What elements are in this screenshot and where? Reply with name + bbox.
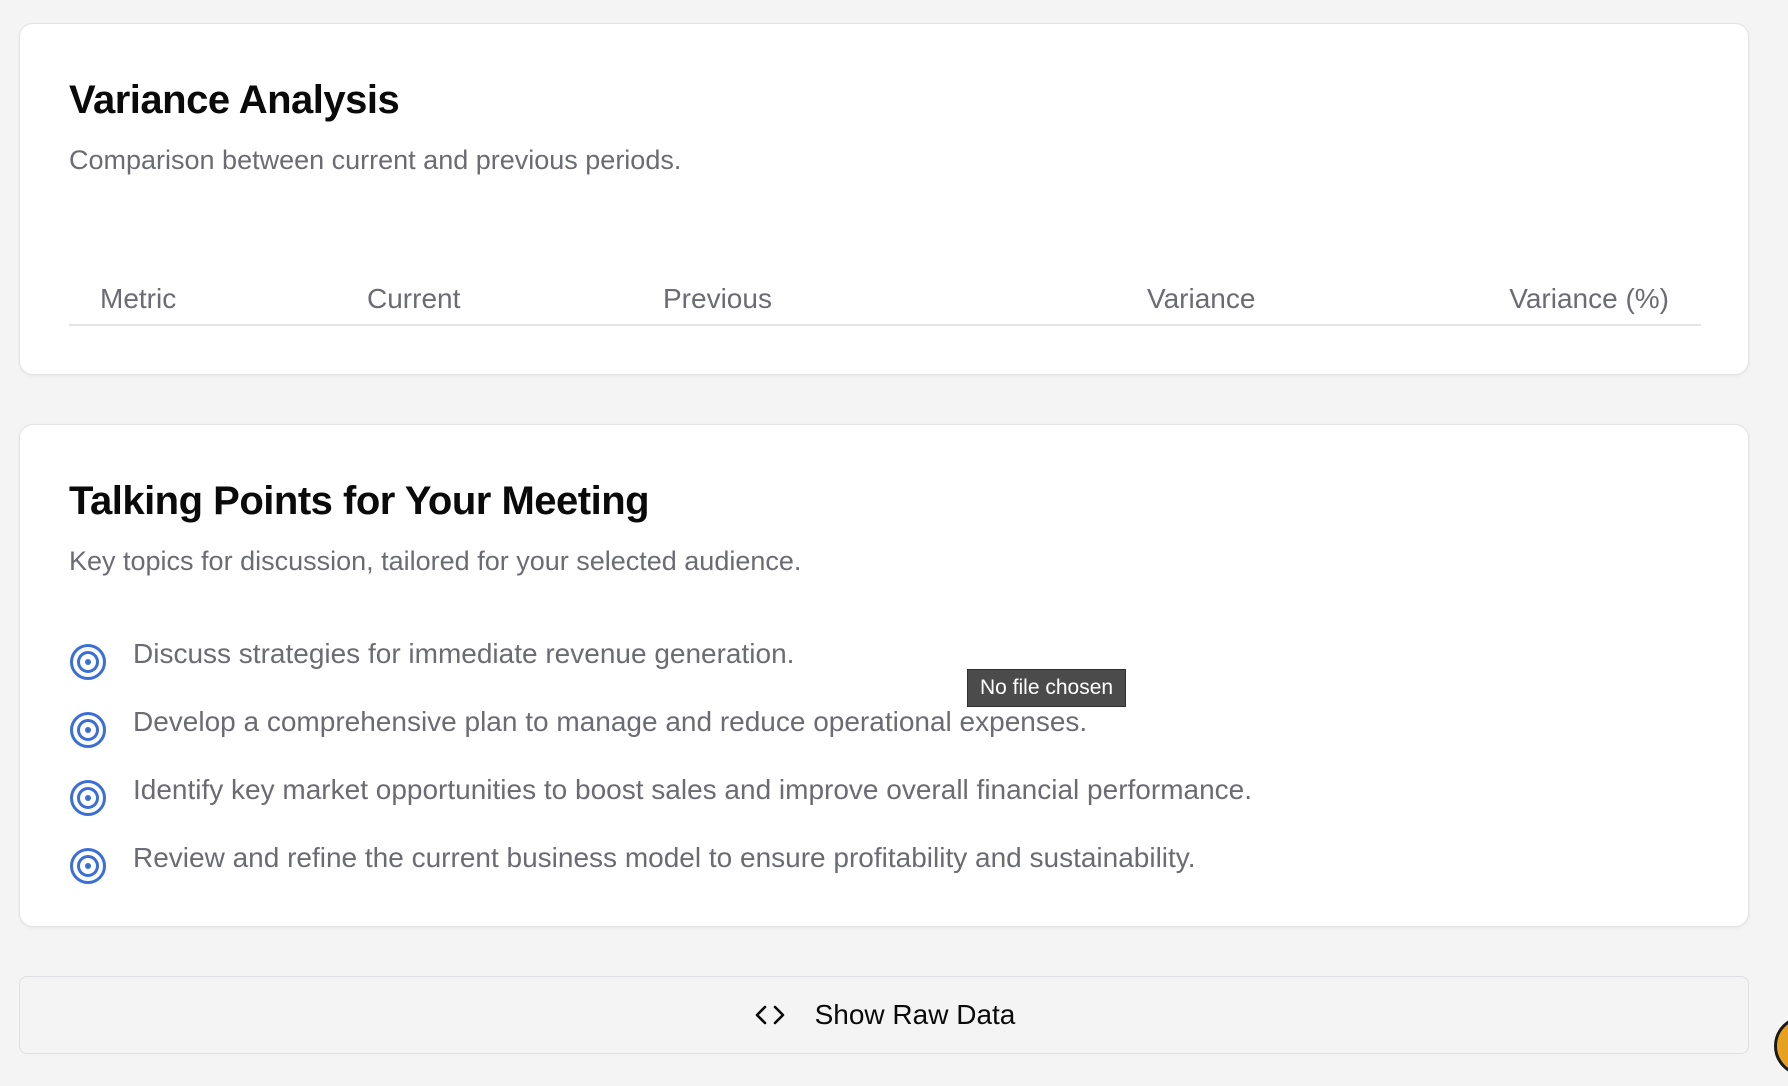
talking-point-text: Review and refine the current business m… <box>133 842 1196 873</box>
column-header-previous: Previous <box>663 283 772 314</box>
code-icon <box>755 1005 784 1025</box>
variance-analysis-description: Comparison between current and previous … <box>69 145 682 175</box>
target-icon <box>70 644 106 680</box>
talking-point-text: Develop a comprehensive plan to manage a… <box>133 706 1088 737</box>
file-input-tooltip: No file chosen <box>967 669 1127 707</box>
talking-point-text: Discuss strategies for immediate revenue… <box>133 638 795 669</box>
show-raw-data-label: Show Raw Data <box>814 999 1016 1030</box>
talking-points-card: Talking Points for Your Meeting Key topi… <box>19 424 1749 927</box>
show-raw-data-button[interactable]: Show Raw Data <box>19 976 1749 1054</box>
talking-points-description: Key topics for discussion, tailored for … <box>69 546 802 576</box>
target-icon <box>70 780 106 816</box>
column-header-variance: Variance <box>1147 283 1256 314</box>
column-header-metric: Metric <box>100 283 177 314</box>
talking-points-title: Talking Points for Your Meeting <box>69 479 650 523</box>
talking-point-text: Identify key market opportunities to boo… <box>133 774 1253 805</box>
column-header-variance-percent: Variance (%) <box>1509 283 1669 314</box>
variance-table-header: Metric Current Previous Variance Varianc… <box>69 256 1701 326</box>
column-header-current: Current <box>367 283 461 314</box>
target-icon <box>70 712 106 748</box>
target-icon <box>70 848 106 884</box>
floating-action-button[interactable] <box>1774 1016 1788 1076</box>
variance-analysis-card: Variance Analysis Comparison between cur… <box>19 23 1749 375</box>
variance-analysis-title: Variance Analysis <box>69 78 400 122</box>
